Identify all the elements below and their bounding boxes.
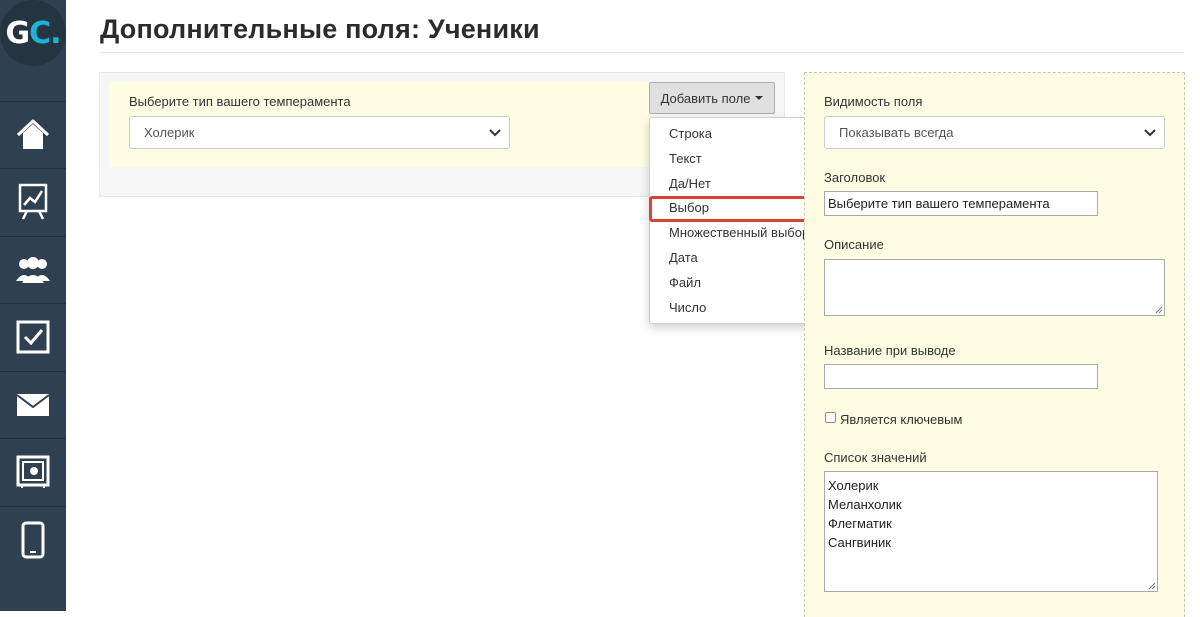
- values-list-item: Меланхолик: [828, 497, 902, 512]
- visibility-select-value: Показывать всегда: [839, 125, 954, 140]
- values-list-item: Холерик: [828, 478, 879, 493]
- checkbox-icon: [16, 320, 50, 354]
- description-label: Описание: [824, 237, 884, 252]
- sidebar-item-messages[interactable]: [0, 371, 66, 438]
- display-name-input[interactable]: [824, 364, 1098, 389]
- add-field-button-label: Добавить поле: [660, 90, 751, 106]
- mobile-icon: [21, 521, 45, 559]
- title-label: Заголовок: [824, 170, 886, 185]
- sidebar-item-tasks[interactable]: [0, 303, 66, 370]
- logo-mark: GC.: [0, 0, 66, 66]
- sidebar-item-mobile[interactable]: [0, 506, 66, 573]
- add-field-button[interactable]: Добавить поле: [649, 82, 775, 114]
- sidebar-item-users[interactable]: [0, 236, 66, 303]
- title-input[interactable]: Выберите тип вашего темперамента: [824, 191, 1098, 216]
- chart-board-icon: [18, 183, 48, 220]
- menu-item-file[interactable]: Файл: [650, 271, 828, 296]
- display-name-label: Название при выводе: [824, 343, 956, 358]
- sidebar: GC.: [0, 0, 66, 611]
- field-preview-select[interactable]: Холерик: [129, 116, 510, 149]
- title-input-value: Выберите тип вашего темперамента: [828, 196, 1050, 211]
- page-title: Дополнительные поля: Ученики: [100, 14, 540, 44]
- description-textarea[interactable]: [824, 259, 1165, 316]
- menu-item-string[interactable]: Строка: [650, 122, 828, 147]
- values-list-label: Список значений: [824, 450, 927, 465]
- add-field-menu: Строка Текст Да/Нет Выбор Множественный …: [649, 117, 829, 324]
- chevron-down-icon: [1144, 126, 1156, 140]
- menu-item-text[interactable]: Текст: [650, 147, 828, 172]
- menu-item-number[interactable]: Число: [650, 296, 828, 321]
- logo-dot: .: [50, 15, 61, 51]
- sidebar-item-reports[interactable]: [0, 168, 66, 235]
- values-list-item: Флегматик: [828, 516, 892, 531]
- menu-item-yes-no[interactable]: Да/Нет: [650, 172, 828, 197]
- logo-letter-c: C: [29, 15, 51, 51]
- resize-handle-icon[interactable]: [1148, 582, 1156, 590]
- home-icon: [16, 119, 50, 149]
- is-key-label: Является ключевым: [840, 412, 963, 427]
- logo-letter-g: G: [5, 15, 30, 51]
- visibility-label: Видимость поля: [824, 94, 923, 109]
- title-divider: [100, 52, 1184, 53]
- visibility-select[interactable]: Показывать всегда: [824, 116, 1165, 149]
- values-list-item: Сангвиник: [828, 535, 891, 550]
- safe-icon: [16, 455, 50, 488]
- mail-icon: [16, 394, 50, 416]
- users-icon: [16, 257, 50, 283]
- chevron-down-icon: [489, 126, 501, 140]
- sidebar-item-home[interactable]: [0, 101, 66, 168]
- values-list-textarea[interactable]: Холерик Меланхолик Флегматик Сангвиник: [824, 471, 1158, 592]
- resize-handle-icon[interactable]: [1155, 306, 1163, 314]
- field-preview-label: Выберите тип вашего темперамента: [129, 94, 351, 109]
- field-preview-select-value: Холерик: [144, 125, 195, 140]
- menu-item-choice[interactable]: Выбор: [650, 196, 828, 221]
- caret-down-icon: [755, 96, 764, 100]
- menu-item-date[interactable]: Дата: [650, 246, 828, 271]
- logo[interactable]: GC.: [0, 0, 66, 66]
- is-key-checkbox[interactable]: [825, 412, 836, 423]
- menu-item-multiple-choice[interactable]: Множественный выбор: [650, 221, 828, 246]
- sidebar-item-safe[interactable]: [0, 438, 66, 505]
